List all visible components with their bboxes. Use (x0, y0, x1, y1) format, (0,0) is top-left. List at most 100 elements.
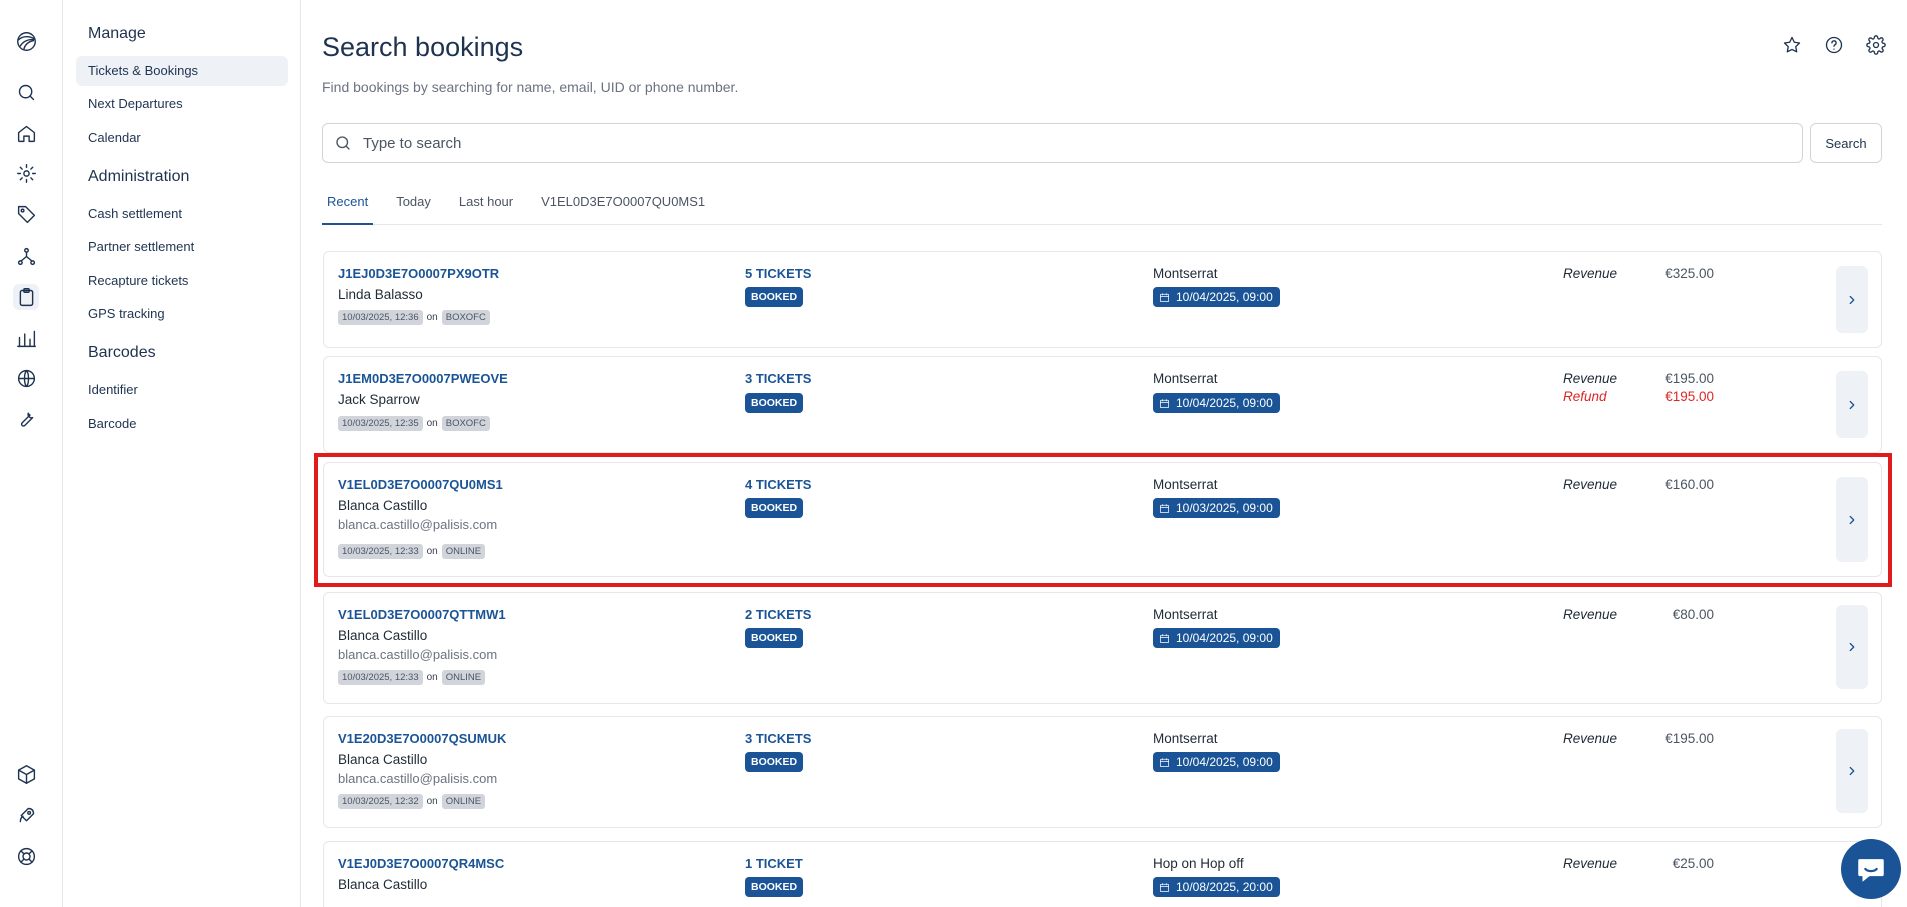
booking-uid[interactable]: V1EL0D3E7O0007QTTMW1 (338, 607, 506, 622)
departure-badge: 10/04/2025, 09:00 (1153, 287, 1280, 307)
booking-uid[interactable]: V1EL0D3E7O0007QU0MS1 (338, 477, 503, 492)
calendar-icon (1160, 292, 1169, 302)
booking-uid[interactable]: V1EJ0D3E7O0007QR4MSC (338, 856, 504, 871)
status-badge: BOOKED (745, 287, 804, 307)
sidebar-item-cash-settlement[interactable]: Cash settlement (76, 199, 288, 229)
ticket-count: 2 TICKETS (745, 607, 812, 622)
rocket-icon[interactable] (13, 802, 39, 828)
chevron-right-icon (1849, 295, 1855, 304)
refund-label: Refund (1563, 389, 1607, 404)
sidebar-item-recapture-tickets[interactable]: Recapture tickets (76, 266, 288, 296)
open-booking-button[interactable] (1836, 477, 1868, 562)
sidebar-item-gps-tracking[interactable]: GPS tracking (76, 299, 288, 329)
customer-name: Blanca Castillo (338, 628, 428, 643)
route-name: Montserrat (1153, 731, 1218, 746)
booking-card[interactable]: V1EL0D3E7O0007QTTMW1 Blanca Castillo bla… (323, 592, 1882, 704)
booking-uid[interactable]: J1EM0D3E7O0007PWEOVE (338, 371, 508, 386)
home-icon[interactable] (13, 120, 39, 146)
booking-uid[interactable]: V1E20D3E7O0007QSUMUK (338, 731, 506, 746)
bar-chart-icon[interactable] (13, 325, 39, 351)
revenue-amount: €195.00 (1665, 371, 1714, 386)
channel-badge: ONLINE (441, 794, 486, 809)
revenue-label: Revenue (1563, 477, 1618, 492)
customer-name: Blanca Castillo (338, 498, 428, 513)
open-booking-button[interactable] (1836, 729, 1868, 813)
tab-last-hour[interactable]: Last hour (454, 190, 518, 225)
calendar-icon (1160, 398, 1169, 408)
search-input[interactable] (363, 125, 1802, 161)
wrench-icon[interactable] (13, 405, 39, 431)
created-timestamp: 10/03/2025, 12:33 (338, 670, 423, 685)
created-timestamp: 10/03/2025, 12:33 (338, 544, 423, 559)
open-booking-button[interactable] (1836, 605, 1868, 689)
meta-on-label: on (426, 672, 438, 683)
gear-icon[interactable] (1865, 34, 1887, 56)
status-badge: BOOKED (745, 628, 804, 648)
ticket-count: 3 TICKETS (745, 371, 812, 386)
help-icon[interactable] (1823, 34, 1845, 56)
revenue-label: Revenue (1563, 266, 1618, 281)
status-badge: BOOKED (745, 752, 804, 772)
settings-icon[interactable] (13, 160, 39, 186)
search-field (322, 123, 1803, 163)
box-icon[interactable] (13, 761, 39, 787)
tag-icon[interactable] (13, 201, 39, 227)
sidebar-item-tickets-bookings[interactable]: Tickets & Bookings (76, 56, 288, 86)
booking-meta: 10/03/2025, 12:33 on ONLINE (338, 670, 486, 685)
meta-on-label: on (426, 796, 438, 807)
calendar-icon (1160, 882, 1169, 892)
ticket-count: 5 TICKETS (745, 266, 812, 281)
search-button[interactable]: Search (1810, 123, 1882, 163)
sidebar-item-next-departures[interactable]: Next Departures (76, 89, 288, 119)
departure-badge: 10/03/2025, 09:00 (1153, 498, 1280, 518)
departure-date: 10/04/2025, 09:00 (1176, 755, 1273, 769)
customer-name: Blanca Castillo (338, 752, 428, 767)
chevron-right-icon (1849, 766, 1855, 776)
booking-card[interactable]: V1E20D3E7O0007QSUMUK Blanca Castillo bla… (323, 716, 1882, 828)
created-timestamp: 10/03/2025, 12:35 (338, 416, 423, 431)
revenue-label: Revenue (1563, 607, 1618, 622)
sidebar-item-identifier[interactable]: Identifier (76, 375, 288, 405)
sidebar-item-calendar[interactable]: Calendar (76, 123, 288, 153)
star-icon[interactable] (1781, 34, 1803, 56)
status-badge: BOOKED (745, 877, 804, 897)
sidebar-item-barcode[interactable]: Barcode (76, 409, 288, 439)
clipboard-icon[interactable] (13, 284, 39, 310)
tab-recent-search[interactable]: V1EL0D3E7O0007QU0MS1 (536, 190, 710, 225)
departure-date: 10/04/2025, 09:00 (1176, 290, 1273, 304)
open-booking-button[interactable] (1836, 266, 1868, 333)
created-timestamp: 10/03/2025, 12:36 (338, 310, 423, 325)
booking-card[interactable]: V1EL0D3E7O0007QU0MS1 Blanca Castillo bla… (323, 462, 1882, 577)
revenue-amount: €195.00 (1665, 731, 1714, 746)
open-booking-button[interactable] (1836, 371, 1868, 438)
status-badge: BOOKED (745, 498, 804, 518)
revenue-label: Revenue (1563, 731, 1618, 746)
booking-uid[interactable]: J1EJ0D3E7O0007PX9OTR (338, 266, 499, 281)
sidebar-nav: Manage Tickets & Bookings Next Departure… (63, 0, 301, 907)
lifebuoy-icon[interactable] (13, 843, 39, 869)
revenue-label: Revenue (1563, 856, 1618, 871)
filter-tabs: Recent Today Last hour V1EL0D3E7O0007QU0… (322, 190, 1882, 225)
calendar-icon (1160, 503, 1169, 513)
route-name: Montserrat (1153, 371, 1218, 386)
logo-icon[interactable] (13, 28, 39, 54)
ticket-count: 4 TICKETS (745, 477, 812, 492)
tab-recent[interactable]: Recent (322, 190, 374, 225)
departure-badge: 10/04/2025, 09:00 (1153, 752, 1280, 772)
revenue-amount: €325.00 (1665, 266, 1714, 281)
customer-name: Jack Sparrow (338, 392, 420, 407)
channel-badge: BOXOFC (441, 310, 490, 325)
tab-today[interactable]: Today (391, 190, 436, 225)
chat-button[interactable] (1841, 839, 1901, 899)
booking-card[interactable]: V1EJ0D3E7O0007QR4MSC Blanca Castillo 1 T… (323, 841, 1882, 907)
booking-card[interactable]: J1EJ0D3E7O0007PX9OTR Linda Balasso 10/03… (323, 251, 1882, 348)
search-icon[interactable] (13, 79, 39, 105)
network-icon[interactable] (13, 243, 39, 269)
globe-icon[interactable] (13, 365, 39, 391)
booking-meta: 10/03/2025, 12:35 on BOXOFC (338, 416, 490, 431)
booking-meta: 10/03/2025, 12:32 on ONLINE (338, 794, 486, 809)
booking-card[interactable]: J1EM0D3E7O0007PWEOVE Jack Sparrow 10/03/… (323, 356, 1882, 453)
sidebar-item-partner-settlement[interactable]: Partner settlement (76, 232, 288, 262)
nav-section-administration: Administration (88, 168, 190, 185)
booking-meta: 10/03/2025, 12:36 on BOXOFC (338, 310, 490, 325)
